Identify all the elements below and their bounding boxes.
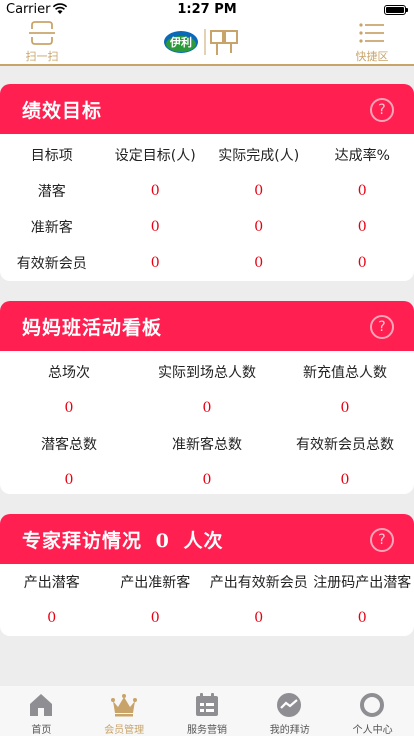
stat-value: 0 xyxy=(47,610,57,626)
home-icon xyxy=(30,694,52,716)
table-row: 潜客 0 0 0 xyxy=(0,173,414,209)
performance-title: 绩效目标 xyxy=(22,100,103,122)
mom-class-table: 总场次 实际到场总人数 新充值总人数 0 0 0 潜客总数 准新客总数 有效新会… xyxy=(0,354,414,494)
actual-value: 0 xyxy=(254,255,264,271)
table-row: 有效新会员 0 0 0 xyxy=(0,245,414,281)
bottom-tab-bar: 首页 会员管理 服务营销 我的拜访 个人中心 xyxy=(0,686,414,736)
column-header: 达成率% xyxy=(334,148,390,164)
expert-visit-card: 专家拜访情况 0 人次 ? 产出潜客 产出准新客 产出有效新会员 注册码产出潜客… xyxy=(0,514,414,636)
target-value: 0 xyxy=(150,219,160,235)
tab-label: 我的拜访 xyxy=(269,725,310,736)
stat-label: 总场次 xyxy=(48,365,90,381)
actual-value: 0 xyxy=(254,219,264,235)
column-header: 实际完成(人) xyxy=(218,148,300,164)
stat-label: 潜客总数 xyxy=(41,437,97,453)
mom-class-title: 妈妈班活动看板 xyxy=(22,317,163,339)
shortcut-button[interactable]: 快捷区 xyxy=(342,20,402,64)
profile-icon xyxy=(360,693,385,717)
stat-label: 注册码产出潜客 xyxy=(313,575,412,591)
rate-value: 0 xyxy=(357,183,367,199)
stat-value: 0 xyxy=(202,400,212,416)
shortcut-label: 快捷区 xyxy=(355,50,389,63)
tab-label: 服务营销 xyxy=(186,725,227,736)
help-icon[interactable]: ? xyxy=(370,315,394,339)
scan-label: 扫一扫 xyxy=(25,50,59,63)
clock: 1:27 PM xyxy=(177,2,237,17)
stat-label: 产出潜客 xyxy=(23,575,80,591)
stat-value-row: 0 0 0 xyxy=(0,390,414,426)
stat-value: 0 xyxy=(357,610,367,626)
tab-label: 个人中心 xyxy=(352,725,393,736)
tab-label: 首页 xyxy=(31,725,52,736)
tab-service-marketing[interactable]: 服务营销 xyxy=(166,686,249,736)
expert-visit-title: 专家拜访情况 0 人次 xyxy=(22,526,224,553)
actual-value: 0 xyxy=(254,183,264,199)
mom-class-card: 妈妈班活动看板 ? 总场次 实际到场总人数 新充值总人数 0 0 0 潜客总数 … xyxy=(0,301,414,494)
stat-label: 有效新会员总数 xyxy=(296,437,394,453)
performance-card: 绩效目标 ? 目标项 设定目标(人) 实际完成(人) 达成率% 潜客 0 0 0… xyxy=(0,84,414,281)
stat-label: 产出有效新会员 xyxy=(209,575,308,591)
stat-label: 实际到场总人数 xyxy=(158,365,256,381)
column-header: 设定目标(人) xyxy=(114,148,196,164)
stat-value: 0 xyxy=(150,610,160,626)
stat-value-row: 0 0 0 0 xyxy=(0,600,414,636)
tab-my-visits[interactable]: 我的拜访 xyxy=(248,686,331,736)
expert-title-prefix: 专家拜访情况 xyxy=(22,530,143,552)
tab-label: 会员管理 xyxy=(104,725,145,736)
tab-member-management[interactable]: 会员管理 xyxy=(83,686,166,736)
stat-value-row: 0 0 0 xyxy=(0,462,414,494)
scan-icon xyxy=(29,21,55,45)
performance-table: 目标项 设定目标(人) 实际完成(人) 达成率% 潜客 0 0 0 准新客 0 … xyxy=(0,137,414,281)
expert-visit-header: 专家拜访情况 0 人次 ? xyxy=(0,514,414,564)
stat-value: 0 xyxy=(254,610,264,626)
stat-value: 0 xyxy=(64,472,74,488)
row-label: 准新客 xyxy=(30,220,73,236)
expert-title-suffix: 人次 xyxy=(183,530,224,552)
stat-label: 准新客总数 xyxy=(172,437,242,453)
row-label: 潜客 xyxy=(37,184,66,200)
stat-value: 0 xyxy=(64,400,74,416)
crown-icon xyxy=(110,694,137,717)
stat-label: 产出准新客 xyxy=(120,575,191,591)
expert-visit-count: 0 xyxy=(155,530,170,552)
stat-value: 0 xyxy=(340,400,350,416)
scan-button[interactable]: 扫一扫 xyxy=(12,20,72,64)
help-icon[interactable]: ? xyxy=(370,528,394,552)
svg-text:伊利: 伊利 xyxy=(169,35,192,49)
stat-label-row: 总场次 实际到场总人数 新充值总人数 xyxy=(0,354,414,390)
status-bar: Carrier 1:27 PM xyxy=(0,0,414,20)
expert-visit-table: 产出潜客 产出准新客 产出有效新会员 注册码产出潜客 0 0 0 0 xyxy=(0,564,414,636)
performance-header: 绩效目标 ? xyxy=(0,84,414,134)
table-header-row: 目标项 设定目标(人) 实际完成(人) 达成率% xyxy=(0,137,414,173)
list-icon xyxy=(359,23,384,43)
rate-value: 0 xyxy=(357,255,367,271)
calendar-icon xyxy=(195,693,218,716)
column-header: 目标项 xyxy=(30,148,73,164)
brand-logo: 伊利 xyxy=(163,25,253,59)
stat-label-row: 潜客总数 准新客总数 有效新会员总数 xyxy=(0,426,414,462)
target-value: 0 xyxy=(150,183,160,199)
stat-value: 0 xyxy=(340,472,350,488)
row-label: 有效新会员 xyxy=(16,256,87,272)
help-icon[interactable]: ? xyxy=(370,98,394,122)
tab-personal-center[interactable]: 个人中心 xyxy=(331,686,414,736)
trend-icon xyxy=(277,693,302,717)
stat-label: 新充值总人数 xyxy=(303,365,387,381)
stat-label-row: 产出潜客 产出准新客 产出有效新会员 注册码产出潜客 xyxy=(0,564,414,600)
battery-icon xyxy=(384,5,408,15)
tab-home[interactable]: 首页 xyxy=(0,686,83,736)
target-value: 0 xyxy=(150,255,160,271)
top-nav: 扫一扫 伊利 快捷区 xyxy=(0,20,414,66)
table-row: 准新客 0 0 0 xyxy=(0,209,414,245)
rate-value: 0 xyxy=(357,219,367,235)
stat-value: 0 xyxy=(202,472,212,488)
mom-class-header: 妈妈班活动看板 ? xyxy=(0,301,414,351)
